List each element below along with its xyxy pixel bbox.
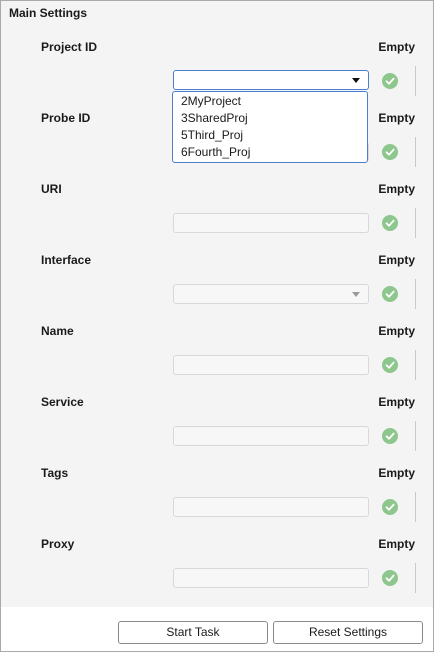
dropdown-option[interactable]: 6Fourth_Proj	[173, 144, 367, 161]
divider	[415, 66, 416, 96]
main-settings-panel: Main Settings Project ID Empty Probe ID …	[1, 1, 433, 607]
project-id-select[interactable]	[173, 70, 369, 90]
settings-window: Main Settings Project ID Empty Probe ID …	[0, 0, 434, 652]
uri-field[interactable]	[173, 213, 369, 233]
check-circle-icon	[382, 357, 398, 373]
dropdown-option[interactable]: 5Third_Proj	[173, 127, 367, 144]
check-circle-icon	[382, 73, 398, 89]
divider	[415, 492, 416, 522]
uri-status: Empty	[378, 182, 415, 196]
check-circle-icon	[382, 570, 398, 586]
divider	[415, 421, 416, 451]
interface-status: Empty	[378, 253, 415, 267]
name-label: Name	[41, 324, 74, 338]
name-field[interactable]	[173, 355, 369, 375]
proxy-status: Empty	[378, 537, 415, 551]
divider	[415, 279, 416, 309]
proxy-label: Proxy	[41, 537, 75, 551]
divider	[415, 137, 416, 167]
project-id-dropdown-list: 2MyProject 3SharedProj 5Third_Proj 6Four…	[172, 91, 368, 163]
divider	[415, 208, 416, 238]
probe-id-status: Empty	[378, 111, 415, 125]
project-id-label: Project ID	[41, 40, 98, 54]
check-circle-icon	[382, 428, 398, 444]
dropdown-option[interactable]: 2MyProject	[173, 93, 367, 110]
dropdown-option[interactable]: 3SharedProj	[173, 110, 367, 127]
divider	[415, 563, 416, 593]
interface-select[interactable]	[173, 284, 369, 304]
project-id-status: Empty	[378, 40, 415, 54]
chevron-down-icon[interactable]	[352, 78, 360, 83]
reset-settings-button[interactable]: Reset Settings	[273, 621, 423, 644]
tags-status: Empty	[378, 466, 415, 480]
start-task-button[interactable]: Start Task	[118, 621, 268, 644]
service-label: Service	[41, 395, 84, 409]
interface-label: Interface	[41, 253, 92, 267]
panel-title: Main Settings	[9, 6, 88, 20]
tags-label: Tags	[41, 466, 69, 480]
proxy-field[interactable]	[173, 568, 369, 588]
service-field[interactable]	[173, 426, 369, 446]
divider	[415, 350, 416, 380]
uri-label: URI	[41, 182, 62, 196]
chevron-down-icon[interactable]	[352, 292, 360, 297]
probe-id-label: Probe ID	[41, 111, 91, 125]
check-circle-icon	[382, 215, 398, 231]
check-circle-icon	[382, 499, 398, 515]
tags-field[interactable]	[173, 497, 369, 517]
service-status: Empty	[378, 395, 415, 409]
name-status: Empty	[378, 324, 415, 338]
check-circle-icon	[382, 144, 398, 160]
check-circle-icon	[382, 286, 398, 302]
